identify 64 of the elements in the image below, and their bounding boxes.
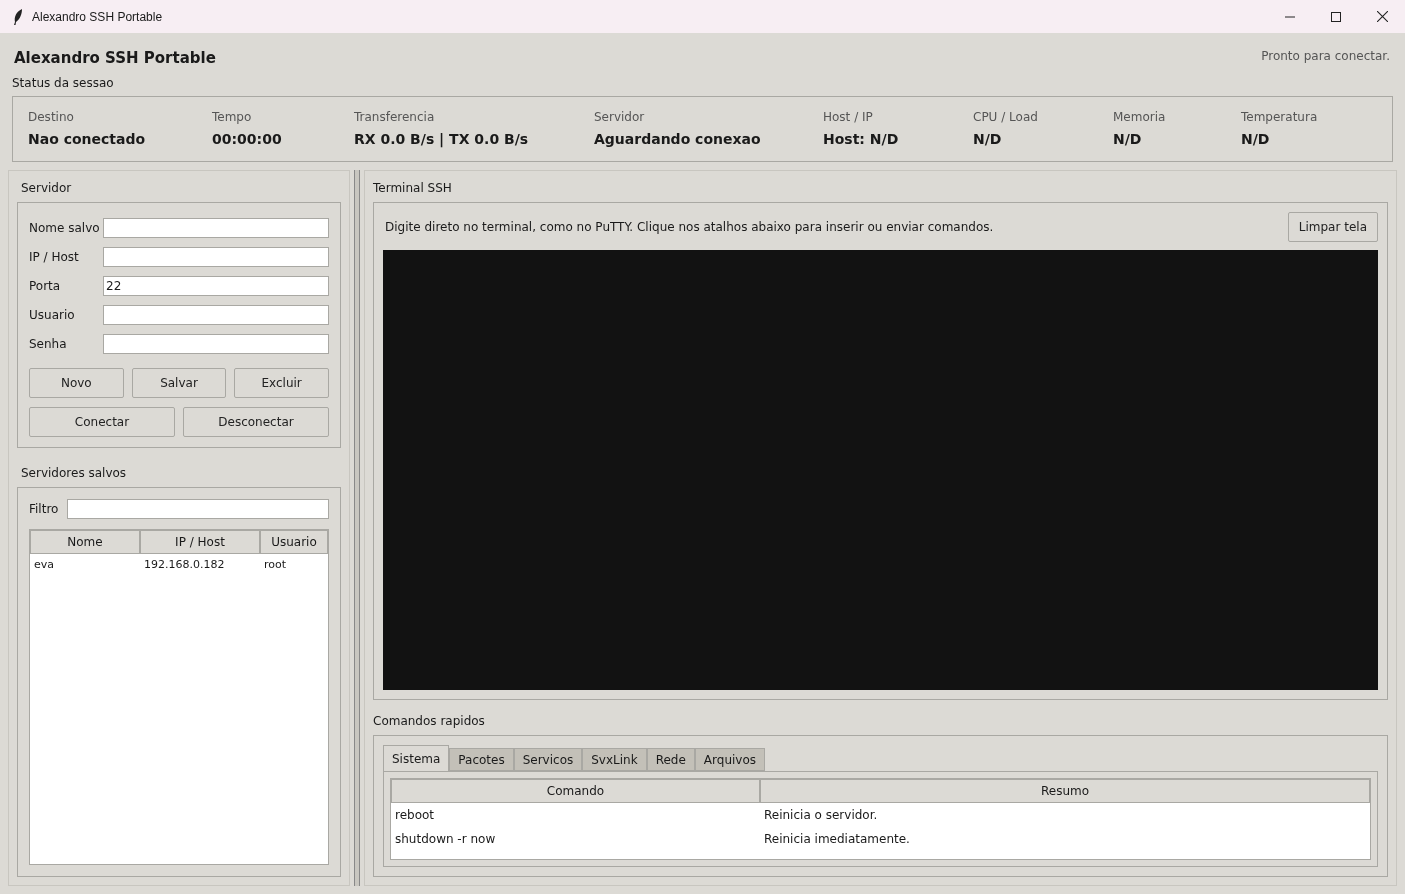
column-header[interactable]: Nome (30, 529, 140, 554)
field-label: Filtro (29, 500, 60, 518)
field-label: Nome salvo (29, 219, 101, 237)
stat-value: Host: N/D (823, 129, 900, 149)
button[interactable]: Novo (29, 367, 124, 398)
maximize-icon (1331, 11, 1341, 22)
stat-label: Temperatura (1241, 108, 1319, 126)
field-label: Usuario (29, 306, 76, 324)
tab[interactable]: Servicos (513, 748, 583, 771)
stat-value: 00:00:00 (212, 129, 283, 149)
stat-value: N/D (973, 129, 1003, 149)
column-header[interactable]: Usuario (260, 529, 328, 554)
stat-label: Transferencia (354, 108, 436, 126)
button[interactable]: Desconectar (183, 406, 329, 437)
button[interactable]: Excluir (234, 367, 329, 398)
table-cell-text: root (263, 557, 288, 574)
stat-value: Nao conectado (28, 129, 147, 149)
button[interactable]: Conectar (29, 406, 175, 437)
table-cell-text: eva (33, 557, 56, 574)
stat-label: Tempo (212, 108, 253, 126)
tab[interactable]: SvxLink (582, 748, 647, 771)
table-cell[interactable]: shutdown -r now (391, 830, 760, 848)
table-cell-text: 192.168.0.182 (143, 557, 226, 574)
stat-label: Servidor (594, 108, 646, 126)
section-title: Terminal SSH (373, 179, 453, 197)
column-header[interactable]: Resumo (760, 779, 1370, 803)
button[interactable]: Limpar tela (1287, 211, 1378, 242)
section-title: Servidor (21, 179, 73, 197)
section-title: Servidores salvos (21, 464, 128, 482)
app-title: Alexandro SSH Portable (14, 48, 216, 69)
input-field[interactable] (103, 304, 329, 325)
field-label: Senha (29, 335, 68, 353)
stat-value: N/D (1241, 129, 1271, 149)
tab[interactable]: Rede (646, 748, 695, 771)
status-text: Pronto para conectar. (1261, 48, 1390, 65)
filter-field[interactable] (67, 498, 329, 519)
section-title: Status da sessao (12, 74, 115, 92)
column-header[interactable]: IP / Host (140, 529, 260, 554)
stat-label: Destino (28, 108, 75, 126)
hint-text: Digite direto no terminal, como no PuTTY. Clique nos atalhos abaixo para inserir ou enviar comandos. (385, 218, 994, 236)
field-label: IP / Host (29, 248, 80, 266)
table-cell[interactable]: reboot (391, 806, 760, 824)
input-field[interactable] (103, 217, 329, 238)
stat-label: CPU / Load (973, 108, 1039, 126)
tab[interactable]: Arquivos (694, 748, 766, 771)
stat-value: RX 0.0 B/s | TX 0.0 B/s (354, 129, 530, 150)
window-title: Alexandro SSH Portable (32, 8, 163, 26)
column-header[interactable]: Comando (391, 779, 760, 803)
feather-icon (13, 8, 23, 25)
field-label: Porta (29, 277, 62, 295)
table-cell[interactable]: Reinicia o servidor. (760, 806, 1370, 824)
section-title: Comandos rapidos (373, 713, 486, 730)
input-field[interactable]: 22 (103, 275, 329, 296)
table-cell[interactable]: Reinicia imediatamente. (760, 830, 1370, 848)
close-icon (1376, 11, 1388, 22)
input-field[interactable] (103, 333, 329, 354)
stat-value: N/D (1113, 129, 1143, 149)
stat-label: Host / IP (823, 108, 874, 126)
input-field[interactable] (103, 246, 329, 267)
stat-label: Memoria (1113, 108, 1167, 126)
stat-value: Aguardando conexao (594, 129, 762, 149)
button[interactable]: Salvar (131, 367, 227, 398)
tab[interactable]: Sistema (383, 745, 450, 771)
tab[interactable]: Pacotes (449, 748, 514, 771)
